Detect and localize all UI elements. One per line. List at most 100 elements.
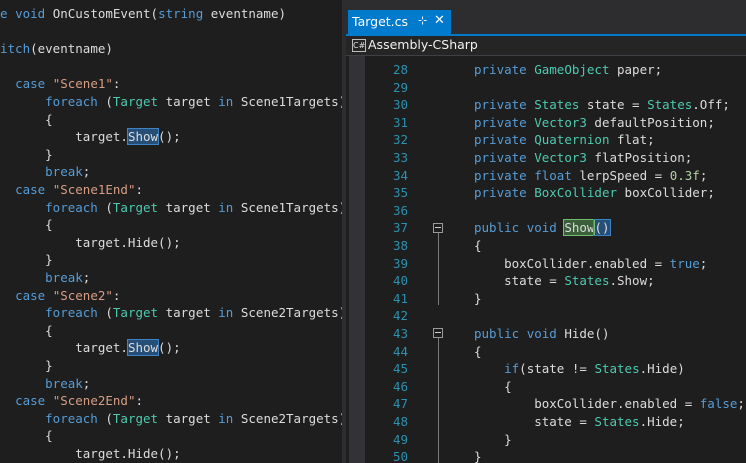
code-line[interactable]: target.Show(); xyxy=(0,128,181,146)
code-line[interactable]: target.Show(); xyxy=(0,339,181,357)
code-line[interactable]: case "Scene1": xyxy=(0,75,120,93)
code-line[interactable]: case "Scene2End": xyxy=(0,392,143,410)
line-number: 35 xyxy=(392,185,408,201)
code-line[interactable]: itch(eventname) xyxy=(0,40,113,58)
code-token: private xyxy=(474,167,527,183)
code-line[interactable]: foreach (Target target in Scene2Targets) xyxy=(0,304,342,322)
line-number: 47 xyxy=(392,396,408,412)
code-line[interactable]: } xyxy=(474,290,482,308)
left-code-editor[interactable]: e void OnCustomEvent(string eventname) it… xyxy=(0,0,342,463)
code-token: .Show; xyxy=(609,273,655,289)
code-line[interactable]: { xyxy=(0,111,53,129)
code-line[interactable]: target.Hide(); xyxy=(0,234,180,252)
navigation-bar[interactable]: C# Assembly-CSharp xyxy=(346,36,746,56)
code-line[interactable]: break; xyxy=(0,269,90,287)
code-line[interactable]: } xyxy=(0,251,53,269)
code-line[interactable]: break; xyxy=(0,163,90,181)
code-line[interactable]: private Quaternion flat; xyxy=(474,131,655,149)
code-line[interactable]: private BoxCollider boxCollider; xyxy=(474,184,715,202)
code-line[interactable]: private GameObject paper; xyxy=(474,61,662,79)
project-dropdown[interactable]: Assembly-CSharp xyxy=(368,37,478,52)
line-number: 38 xyxy=(392,238,408,253)
code-line[interactable]: } xyxy=(474,431,512,449)
csharp-project-icon: C# xyxy=(352,39,366,52)
code-line[interactable]: boxCollider.enabled = false; xyxy=(474,395,745,413)
code-token: Scene2Targets) xyxy=(233,410,342,426)
code-line[interactable]: target.Hide(); xyxy=(0,445,180,463)
code-token: OnCustomEvent( xyxy=(45,6,159,21)
code-token: } xyxy=(474,431,512,447)
code-token: if xyxy=(504,361,520,377)
code-line[interactable]: { xyxy=(474,343,482,361)
code-line[interactable]: public void Show() xyxy=(474,219,611,237)
code-token: States xyxy=(647,97,693,113)
code-token: { xyxy=(0,111,53,127)
code-token: } xyxy=(474,290,482,306)
code-line[interactable]: } xyxy=(0,146,53,164)
line-number: 49 xyxy=(392,431,408,447)
code-line[interactable]: private States state = States.Off; xyxy=(474,96,730,114)
code-line[interactable]: e void OnCustomEvent(string eventname) xyxy=(0,5,286,23)
code-token: eventname) xyxy=(203,6,287,21)
code-line[interactable]: { xyxy=(0,216,53,234)
code-token: { xyxy=(0,322,53,338)
code-token: in xyxy=(218,410,234,426)
code-token: float xyxy=(534,167,572,183)
document-tab-strip: Target.cs ⊹ ✕ xyxy=(346,0,746,36)
collapse-show-method-icon[interactable] xyxy=(433,223,443,233)
code-line[interactable]: foreach (Target target in Scene2Targets) xyxy=(0,410,342,428)
code-line[interactable]: state = States.Hide; xyxy=(474,413,685,431)
code-token: : xyxy=(135,393,144,409)
code-token: { xyxy=(474,378,512,394)
code-line[interactable]: foreach (Target target in Scene1Targets) xyxy=(0,199,342,217)
code-token: .Off; xyxy=(692,97,730,113)
code-token: string xyxy=(158,6,204,21)
code-token: Vector3 xyxy=(534,114,587,130)
indicator-margin xyxy=(349,56,365,463)
code-line[interactable]: { xyxy=(474,237,482,255)
code-line[interactable]: { xyxy=(474,378,512,396)
tab-target-cs[interactable]: Target.cs ⊹ ✕ xyxy=(348,10,451,34)
target-cs-document[interactable]: Target.cs ⊹ ✕ C# Assembly-CSharp 28 priva… xyxy=(346,0,746,463)
code-line[interactable]: private float lerpSpeed = 0.3f; xyxy=(474,167,707,185)
code-line[interactable]: if(state != States.Hide) xyxy=(474,360,685,378)
code-line[interactable]: public void Hide() xyxy=(474,325,609,343)
code-token: ; xyxy=(82,164,91,180)
code-token: case xyxy=(15,287,46,303)
pin-icon[interactable]: ⊹ xyxy=(418,14,427,27)
code-token: States xyxy=(564,273,610,289)
code-token: : xyxy=(112,76,121,92)
code-line[interactable]: case "Scene2": xyxy=(0,287,120,305)
code-line[interactable]: } xyxy=(474,448,482,463)
code-token: { xyxy=(474,343,482,359)
code-token: "Scene1" xyxy=(52,76,113,92)
code-token: { xyxy=(474,238,482,253)
code-token: case xyxy=(15,76,46,92)
code-line[interactable]: { xyxy=(0,427,53,445)
code-line[interactable]: } xyxy=(0,357,53,375)
code-line[interactable]: { xyxy=(0,322,53,340)
code-token: e xyxy=(0,6,16,21)
code-token: } xyxy=(0,146,53,162)
code-line[interactable]: private Vector3 defaultPosition; xyxy=(474,114,715,132)
code-line[interactable]: case "Scene1End": xyxy=(0,181,143,199)
line-number: 33 xyxy=(392,150,408,165)
collapse-hide-method-icon[interactable] xyxy=(433,328,443,338)
code-line[interactable]: boxCollider.enabled = true; xyxy=(474,255,707,273)
code-line[interactable]: state = States.Show; xyxy=(474,272,655,290)
code-line[interactable]: foreach (Target target in Scene1Targets) xyxy=(0,93,342,111)
code-token: Target xyxy=(112,94,159,109)
code-token: ( xyxy=(97,410,113,426)
code-line[interactable]: private Vector3 flatPosition; xyxy=(474,149,692,167)
code-token: state = xyxy=(474,414,595,429)
close-icon[interactable]: ✕ xyxy=(434,13,445,28)
code-token: Scene1Targets) xyxy=(233,199,342,215)
code-token: Scene1Targets) xyxy=(233,94,342,109)
code-line[interactable]: break; xyxy=(0,375,90,393)
fold-guide-line xyxy=(438,338,439,463)
